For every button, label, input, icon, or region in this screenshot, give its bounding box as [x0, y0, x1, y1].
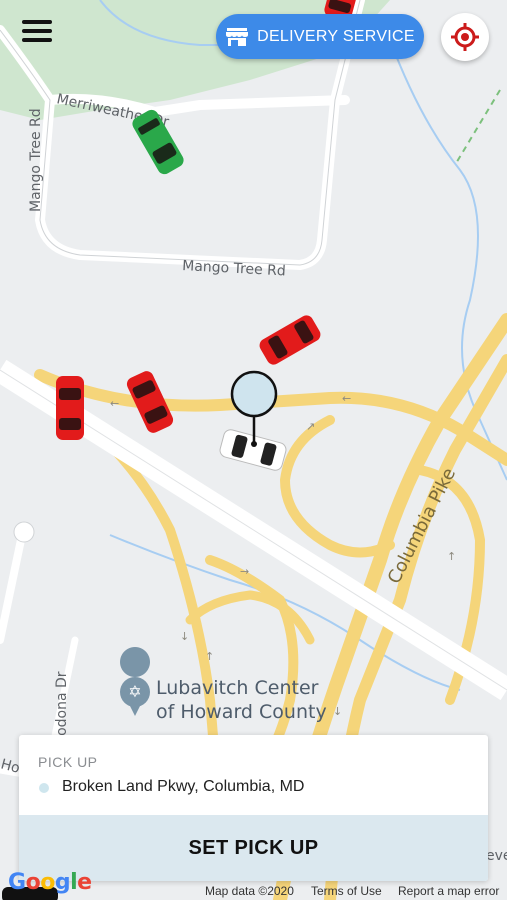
road-label-mango-vertical: Mango Tree Rd — [28, 108, 44, 212]
map-data-attribution: Map data ©2020 — [205, 884, 294, 898]
poi-label-line1: Lubavitch Center — [156, 677, 319, 699]
report-map-error-link[interactable]: Report a map error — [398, 884, 499, 898]
pickup-dot-icon — [39, 783, 49, 793]
svg-text:↓: ↓ — [333, 705, 342, 718]
svg-text:↗: ↗ — [306, 420, 315, 433]
svg-text:↓: ↓ — [180, 630, 189, 643]
google-logo: Google — [8, 870, 92, 895]
delivery-service-button[interactable]: DELIVERY SERVICE — [216, 14, 424, 59]
poi-label-line2: of Howard County — [156, 701, 327, 723]
terms-of-use-link[interactable]: Terms of Use — [311, 884, 382, 898]
locate-me-button[interactable] — [441, 13, 489, 61]
menu-button[interactable] — [20, 18, 54, 46]
pickup-label: PICK UP — [38, 754, 98, 770]
svg-text:↑: ↑ — [447, 550, 456, 563]
svg-text:←: ← — [342, 392, 351, 405]
crosshair-target-icon — [451, 23, 479, 51]
pickup-address[interactable]: Broken Land Pkwy, Columbia, MD — [62, 778, 304, 796]
car-red-2 — [56, 376, 84, 440]
hamburger-menu-icon — [22, 20, 52, 24]
pickup-location-pin[interactable] — [229, 370, 279, 448]
poi-pin-icon — [120, 647, 151, 677]
svg-text:←: ← — [110, 397, 119, 410]
road-label-rodona: Rodona Dr — [54, 671, 70, 745]
pickup-card: PICK UP Broken Land Pkwy, Columbia, MD S… — [19, 735, 488, 881]
store-icon — [226, 27, 249, 46]
svg-text:→: → — [240, 565, 249, 578]
star-of-david-icon: ✡ — [128, 682, 141, 701]
road-label-bottom-right: eve — [486, 848, 507, 864]
svg-text:↑: ↑ — [205, 650, 214, 663]
delivery-service-label: DELIVERY SERVICE — [257, 27, 415, 45]
